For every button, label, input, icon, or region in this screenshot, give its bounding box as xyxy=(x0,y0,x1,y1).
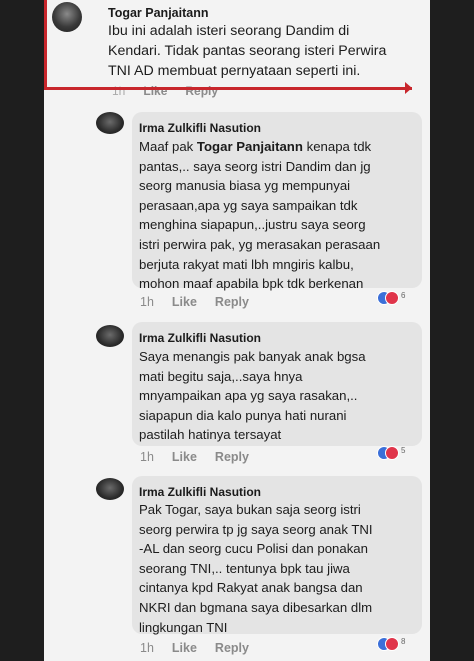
mention-link[interactable]: Togar Panjaitann xyxy=(197,139,303,154)
reply-line: -AL dan seorg cucu Polisi dan ponakan xyxy=(139,541,368,557)
comment-line: Kendari. Tidak pantas seorang isteri Per… xyxy=(108,43,387,59)
avatar[interactable] xyxy=(96,478,124,500)
comment-line: TNI AD membuat pernyataan seperti ini. xyxy=(108,63,361,79)
reply-button[interactable]: Reply xyxy=(215,295,249,309)
reply-line: siapapun dia kalo punya hati nurani xyxy=(139,407,347,423)
like-button[interactable]: Like xyxy=(172,450,197,464)
comment-line: Ibu ini adalah isteri seorang Dandim di xyxy=(108,23,350,39)
reply-line: pantas,.. saya seorg istri Dandim dan jg xyxy=(139,158,371,174)
reply-line: lingkungan TNI xyxy=(139,619,228,635)
reply-button[interactable]: Reply xyxy=(215,641,249,655)
reply-text: Saya menangis pak banyak anak bgsa mati … xyxy=(139,347,366,445)
love-reaction-icon xyxy=(385,637,399,651)
reply-line: NKRI dan bgmana saya dibesarkan dlm xyxy=(139,599,373,615)
reply-line: pastilah hatinya tersayat xyxy=(139,427,282,443)
reactions-badge[interactable]: 8 xyxy=(377,637,406,651)
like-button[interactable]: Like xyxy=(172,295,197,309)
love-reaction-icon xyxy=(385,291,399,305)
reply-line: seorg perwira tp jg saya seorg anak TNI xyxy=(139,521,373,537)
reply-line: perasaan,apa yg saya sampaikan tdk xyxy=(139,197,358,213)
reply-actions: 1h Like Reply xyxy=(140,450,267,464)
reaction-count: 5 xyxy=(401,446,406,455)
annotation-line-vertical xyxy=(44,0,47,90)
comment-thread: Togar Panjaitann Ibu ini adalah isteri s… xyxy=(44,0,430,661)
reply-line: Saya menangis pak banyak anak bgsa xyxy=(139,349,366,364)
reply-text: Maaf pak Togar Panjaitann kenapa tdk pan… xyxy=(139,137,380,294)
reply-line: menghina siapapun,..justru saya seorg xyxy=(139,217,366,233)
reply-author[interactable]: Irma Zulkifli Nasution xyxy=(139,485,261,499)
reply-line: mohon maaf apabila bpk tdk berkenan xyxy=(139,276,364,292)
reaction-count: 6 xyxy=(401,291,406,300)
annotation-arrow-icon xyxy=(405,82,412,94)
annotation-underline xyxy=(44,87,412,90)
reply-text: Pak Togar, saya bukan saja seorg istri s… xyxy=(139,500,373,637)
avatar[interactable] xyxy=(96,325,124,347)
reply-line: mati begitu saja,..saya hnya xyxy=(139,368,303,384)
like-button[interactable]: Like xyxy=(172,641,197,655)
reply-line: kenapa tdk xyxy=(302,139,372,154)
love-reaction-icon xyxy=(385,446,399,460)
reply-line: Pak Togar, saya bukan saja seorg istri xyxy=(139,502,361,517)
avatar[interactable] xyxy=(52,2,82,32)
timestamp: 1h xyxy=(140,450,154,464)
reply-line: seorg manusia biasa yg mempunyai xyxy=(139,178,351,194)
reactions-badge[interactable]: 6 xyxy=(377,291,406,305)
reply-actions: 1h Like Reply xyxy=(140,641,267,655)
reply-line: istri perwira pak, yg merasakan perasaan xyxy=(139,236,381,252)
reply-prefix: Maaf pak xyxy=(139,139,197,154)
reply-line: cintanya kpd Rakyat anak bangsa dan xyxy=(139,580,363,596)
reply-button[interactable]: Reply xyxy=(215,450,249,464)
reply-author[interactable]: Irma Zulkifli Nasution xyxy=(139,121,261,135)
reactions-badge[interactable]: 5 xyxy=(377,446,406,460)
comment-text: Ibu ini adalah isteri seorang Dandim di … xyxy=(108,21,386,81)
reply-actions: 1h Like Reply xyxy=(140,295,267,309)
reply-line: mnyampaikan apa yg saya rasakan,.. xyxy=(139,388,358,404)
reaction-count: 8 xyxy=(401,637,406,646)
reply-line: seorang TNI,.. tentunya bpk tau jiwa xyxy=(139,560,350,576)
reply-author[interactable]: Irma Zulkifli Nasution xyxy=(139,331,261,345)
timestamp: 1h xyxy=(140,641,154,655)
timestamp: 1h xyxy=(140,295,154,309)
reply-line: berjuta rakyat mati lbh mngiris kalbu, xyxy=(139,256,354,272)
avatar[interactable] xyxy=(96,112,124,134)
comment-author[interactable]: Togar Panjaitann xyxy=(108,6,208,20)
